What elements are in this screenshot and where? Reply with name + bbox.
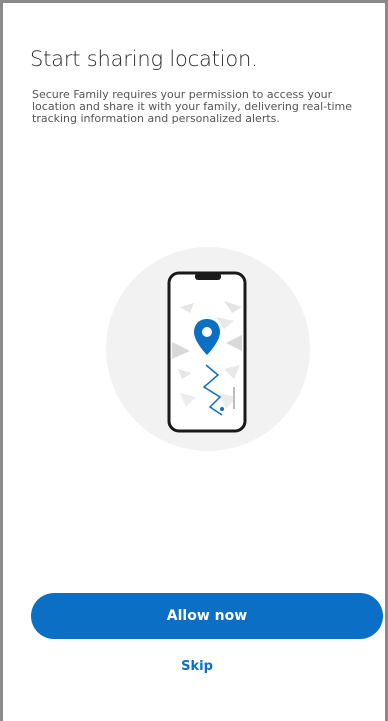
- page-title: Start sharing location.: [30, 47, 258, 71]
- location-illustration: [106, 247, 310, 451]
- phone-map-location-pin-icon: [106, 247, 310, 451]
- allow-now-button[interactable]: Allow now: [31, 593, 383, 639]
- permission-description: Secure Family requires your permission t…: [32, 88, 353, 125]
- location-permission-screen: Start sharing location. Secure Family re…: [0, 0, 388, 721]
- skip-link[interactable]: Skip: [3, 659, 385, 674]
